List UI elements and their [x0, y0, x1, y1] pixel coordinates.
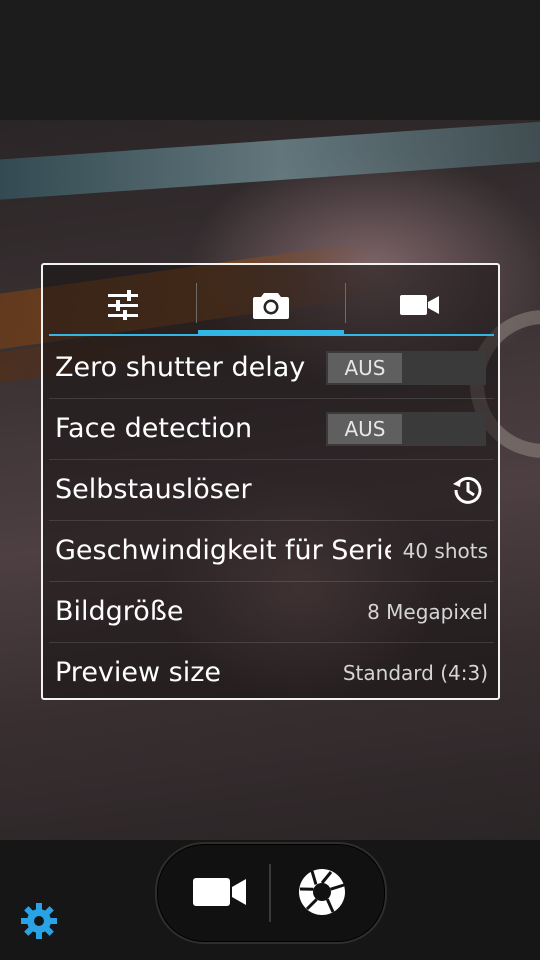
- setting-label: Geschwindigkeit für Serienaufnahmen: [55, 535, 391, 566]
- active-tab-indicator: [198, 330, 344, 336]
- settings-tabs: [49, 275, 494, 336]
- setting-preview-size[interactable]: Preview size Standard (4:3): [49, 643, 494, 703]
- toggle-state: AUS: [328, 353, 402, 383]
- video-camera-icon: [400, 295, 439, 315]
- setting-self-timer[interactable]: Selbstauslöser: [49, 460, 494, 521]
- setting-zero-shutter-delay[interactable]: Zero shutter delay AUS: [49, 338, 494, 399]
- setting-label: Face detection: [55, 413, 253, 444]
- setting-value: Standard (4:3): [342, 661, 488, 685]
- tab-divider: [196, 283, 197, 323]
- setting-value: 40 shots: [402, 539, 488, 563]
- sliders-icon: [107, 290, 138, 320]
- setting-burst-speed[interactable]: Geschwindigkeit für Serienaufnahmen 40 s…: [49, 521, 494, 582]
- setting-face-detection[interactable]: Face detection AUS: [49, 399, 494, 460]
- viewfinder-blur: [0, 120, 540, 203]
- video-camera-icon: [193, 878, 246, 906]
- setting-picture-size[interactable]: Bildgröße 8 Megapixel: [49, 582, 494, 643]
- settings-button[interactable]: [18, 900, 60, 942]
- tab-camera-settings[interactable]: [198, 275, 344, 335]
- capture-divider: [269, 864, 271, 922]
- timer-icon: [453, 476, 482, 504]
- record-video-button[interactable]: [175, 859, 265, 925]
- tab-general-settings[interactable]: [49, 275, 196, 335]
- top-bar: [0, 0, 540, 120]
- setting-label: Bildgröße: [55, 596, 184, 627]
- shutter-button[interactable]: [277, 859, 367, 925]
- camera-icon: [253, 293, 289, 319]
- setting-label: Preview size: [55, 657, 222, 688]
- capture-controls: [155, 842, 387, 944]
- toggle-state: AUS: [328, 414, 402, 444]
- setting-value: 8 Megapixel: [367, 600, 488, 624]
- gear-icon: [21, 903, 57, 939]
- setting-label: Zero shutter delay: [55, 352, 306, 383]
- shutter-icon: [299, 869, 345, 915]
- settings-panel: Zero shutter delay AUS Face detection AU…: [41, 263, 500, 700]
- setting-label: Selbstauslöser: [55, 474, 252, 505]
- face-detection-toggle[interactable]: AUS: [326, 412, 486, 446]
- zero-shutter-toggle[interactable]: AUS: [326, 351, 486, 385]
- tab-video-settings[interactable]: [346, 275, 494, 335]
- settings-list: Zero shutter delay AUS Face detection AU…: [49, 338, 494, 703]
